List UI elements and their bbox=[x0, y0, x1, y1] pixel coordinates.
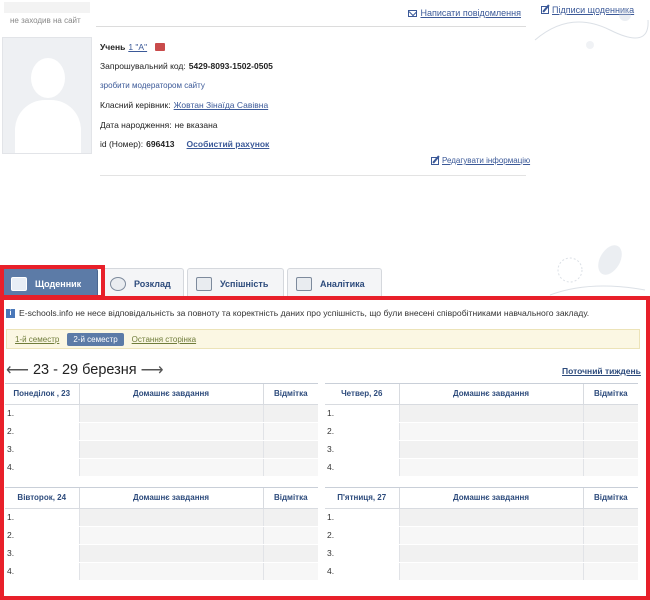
id-row: id (Номер): 696413 Особистий рахунок bbox=[100, 135, 526, 155]
teacher-link[interactable]: Жовтан Зінаїда Савівна bbox=[174, 100, 269, 110]
tab-analytics-label: Аналітика bbox=[320, 278, 365, 289]
edit-info-link[interactable]: Редагувати інформацію bbox=[431, 156, 530, 165]
tab-schedule[interactable]: Розклад bbox=[101, 268, 184, 298]
write-message-link[interactable]: Написати повідомлення bbox=[408, 8, 521, 18]
make-moderator-link[interactable]: зробити модератором сайту bbox=[100, 81, 205, 90]
avatar-body bbox=[15, 100, 81, 153]
birth-row: Дата народження: не вказана bbox=[100, 115, 526, 135]
tab-schedule-label: Розклад bbox=[134, 278, 171, 289]
highlight-frame-content bbox=[0, 296, 650, 600]
personal-account-link[interactable]: Особистий рахунок bbox=[187, 139, 270, 149]
profile-topbar: Написати повідомлення bbox=[96, 0, 526, 27]
avatar bbox=[2, 37, 92, 154]
avatar-head bbox=[31, 58, 65, 98]
edit-info-icon bbox=[431, 156, 439, 165]
status-text: не заходив на сайт bbox=[10, 16, 81, 25]
divider bbox=[100, 175, 526, 176]
id-card-icon[interactable] bbox=[155, 42, 166, 51]
invite-code: 5429-8093-1502-0505 bbox=[188, 61, 273, 72]
tab-performance-label: Успішність bbox=[220, 278, 269, 289]
moderator-row: зробити модератором сайту bbox=[100, 76, 526, 96]
invite-label: Запрошувальний код: bbox=[100, 61, 186, 72]
highlight-frame-tab bbox=[0, 265, 105, 299]
write-message-label: Написати повідомлення bbox=[420, 8, 521, 18]
decorative-swirl-top bbox=[534, 9, 649, 49]
class-link[interactable]: 1 "А" bbox=[128, 42, 147, 52]
user-status: не заходив на сайт bbox=[0, 0, 92, 26]
disc-icon bbox=[110, 276, 126, 291]
birth-label: Дата народження: bbox=[100, 119, 172, 130]
tab-analytics[interactable]: Аналітика bbox=[287, 268, 382, 298]
envelope-icon bbox=[408, 9, 418, 17]
username-placeholder bbox=[4, 2, 90, 13]
analytics-icon bbox=[296, 276, 312, 291]
id-value: 696413 bbox=[146, 139, 175, 150]
tab-performance[interactable]: Успішність bbox=[187, 268, 284, 298]
role-label: Учень bbox=[100, 41, 126, 52]
edit-info-label: Редагувати інформацію bbox=[442, 156, 531, 165]
teacher-label: Класний керівник: bbox=[100, 100, 171, 111]
role-row: Учень 1 "А" bbox=[100, 37, 526, 57]
invite-row: Запрошувальний код: 5429-8093-1502-0505 bbox=[100, 57, 526, 77]
id-label: id (Номер): bbox=[100, 139, 144, 150]
chart-icon bbox=[196, 276, 212, 291]
profile-info: Учень 1 "А" Запрошувальний код: 5429-809… bbox=[100, 37, 526, 154]
teacher-row: Класний керівник: Жовтан Зінаїда Савівна bbox=[100, 96, 526, 116]
birth-value: не вказана bbox=[174, 119, 218, 130]
